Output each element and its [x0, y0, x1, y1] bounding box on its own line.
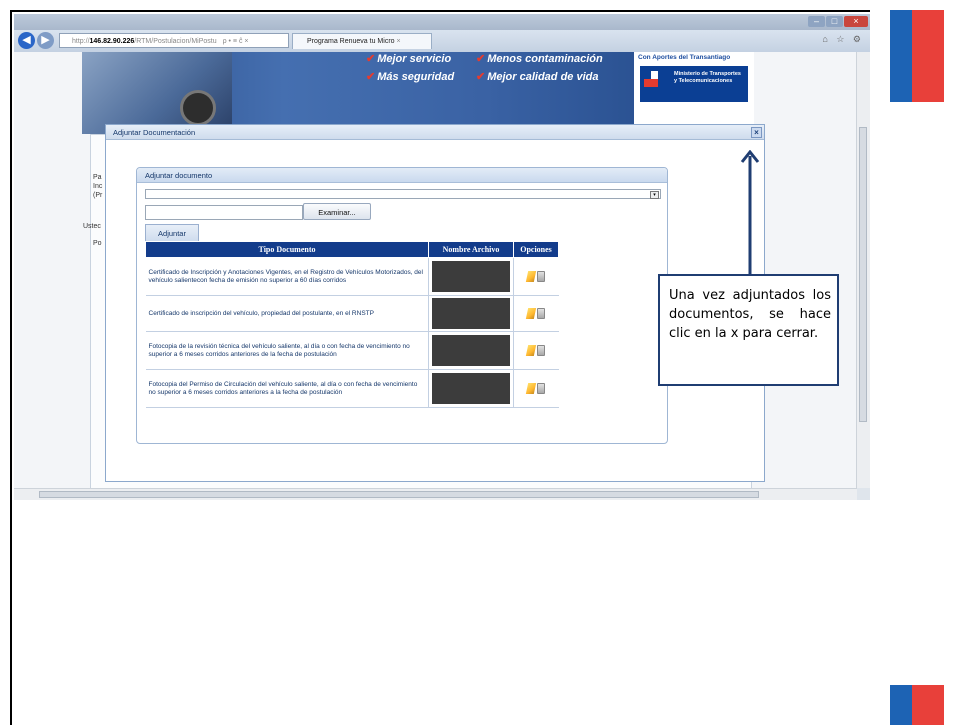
pencil-edit-icon[interactable]	[526, 271, 537, 282]
header-tipo-documento: Tipo Documento	[145, 241, 429, 258]
ministry-name: Ministerio de Transportes y Telecomunica…	[674, 71, 741, 84]
ministry-caption: Con Aportes del Transantiago	[638, 54, 731, 61]
address-bar[interactable]: http://146.82.90.226/RTM/Postulacion/MiP…	[59, 33, 289, 48]
tab-label: Programa Renueva tu Micro	[307, 38, 395, 45]
table-row: Fotocopia de la revisión técnica del veh…	[145, 331, 559, 370]
attach-tab[interactable]: Adjuntar	[145, 224, 199, 241]
trash-icon[interactable]	[537, 308, 546, 319]
maximize-button[interactable]: □	[826, 16, 843, 27]
pencil-edit-icon[interactable]	[526, 345, 537, 356]
minimize-button[interactable]: –	[808, 16, 825, 27]
chile-flag-bottom	[890, 685, 944, 725]
address-path: /RTM/Postulacion/MiPostu	[134, 38, 217, 45]
dialog-close-button[interactable]: ×	[751, 127, 762, 138]
table-row: Fotocopia del Permiso de Circulación del…	[145, 369, 559, 408]
document-type-select[interactable]: ▾	[145, 189, 661, 199]
bg-text-3: (Pr	[93, 192, 103, 199]
dialog-title: Adjuntar Documentación	[106, 125, 764, 140]
documents-table: Tipo Documento Nombre Archivo Opciones C…	[145, 241, 559, 408]
instruction-callout: Una vez adjuntados los documentos, se ha…	[658, 274, 839, 386]
attach-panel: Adjuntar documento ▾ Examinar... Adjunta…	[136, 167, 668, 444]
document-type-cell: Certificado de inscripción del vehículo,…	[145, 295, 429, 332]
table-row: Certificado de inscripción del vehículo,…	[145, 295, 559, 332]
options-cell	[513, 331, 559, 370]
trash-icon[interactable]	[537, 383, 546, 394]
horizontal-scrollbar[interactable]	[14, 488, 857, 500]
trash-icon[interactable]	[537, 345, 546, 356]
file-path-input[interactable]	[145, 205, 303, 220]
back-button[interactable]: ◀	[18, 32, 35, 49]
slogan-4: ✔ Mejor calidad de vida	[476, 71, 599, 83]
ministry-logo: Con Aportes del Transantiago Ministerio …	[634, 52, 754, 134]
site-banner: ✔ Mejor servicio ✔ Menos contaminación ✔ Má…	[82, 52, 754, 134]
browser-toolbar: ◀ ▶ http://146.82.90.226/RTM/Postulacion…	[14, 30, 870, 52]
address-domain: 146.82.90.226	[89, 38, 135, 45]
address-controls[interactable]: ρ • ≡ ĉ ×	[223, 38, 249, 45]
options-cell	[513, 369, 559, 408]
vertical-scrollbar[interactable]	[856, 52, 870, 488]
file-name-cell	[428, 331, 514, 370]
document-type-cell: Fotocopia de la revisión técnica del veh…	[145, 331, 429, 370]
bg-text-1: Pa	[93, 174, 102, 181]
document-type-cell: Certificado de Inscripción y Anotaciones…	[145, 257, 429, 296]
bg-text-4: Ustec	[83, 223, 101, 230]
file-name-cell	[428, 257, 514, 296]
slogan-2: ✔ Menos contaminación	[476, 53, 603, 65]
arrow-up-icon	[740, 150, 760, 274]
browse-button[interactable]: Examinar...	[303, 203, 371, 220]
bus-image	[82, 52, 232, 134]
header-nombre-archivo: Nombre Archivo	[428, 241, 514, 258]
chile-flag-top	[890, 10, 944, 102]
table-row: Certificado de Inscripción y Anotaciones…	[145, 257, 559, 296]
window-titlebar: – □ ×	[14, 14, 870, 30]
close-window-button[interactable]: ×	[844, 16, 868, 27]
document-type-cell: Fotocopia del Permiso de Circulación del…	[145, 369, 429, 408]
tab-programa[interactable]: Programa Renueva tu Micro ×	[292, 33, 432, 49]
toolbar-icons[interactable]: ⌂ ☆ ⚙	[822, 34, 864, 45]
page-content: ✔ Mejor servicio ✔ Menos contaminación ✔ Má…	[14, 52, 857, 488]
attach-panel-title: Adjuntar documento	[137, 168, 667, 183]
slogan-3: ✔ Más seguridad	[366, 71, 455, 83]
pencil-edit-icon[interactable]	[526, 383, 537, 394]
header-opciones: Opciones	[513, 241, 559, 258]
options-cell	[513, 257, 559, 296]
forward-button[interactable]: ▶	[37, 32, 54, 49]
file-name-cell	[428, 295, 514, 332]
options-cell	[513, 295, 559, 332]
address-prefix: http://	[72, 38, 90, 45]
trash-icon[interactable]	[537, 271, 546, 282]
slogan-1: ✔ Mejor servicio	[366, 53, 452, 65]
bg-text-5: Po	[93, 240, 102, 247]
file-name-cell	[428, 369, 514, 408]
bg-text-2: Inc	[93, 183, 103, 190]
pencil-edit-icon[interactable]	[526, 308, 537, 319]
chevron-down-icon[interactable]: ▾	[650, 191, 659, 199]
